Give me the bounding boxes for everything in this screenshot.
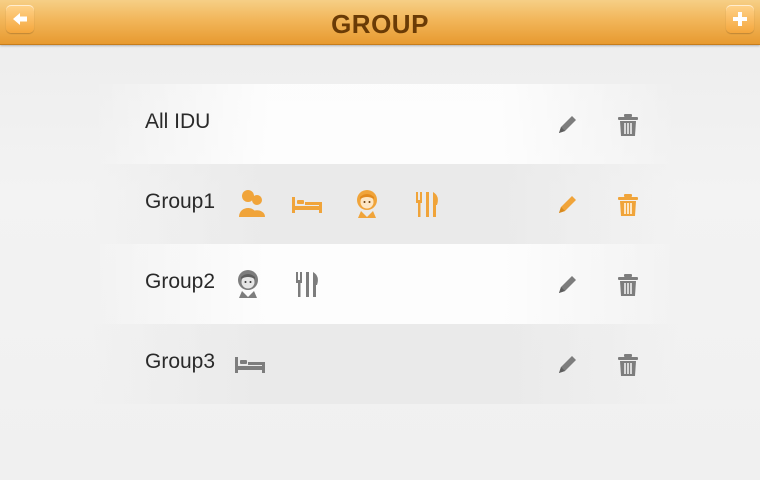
group-row-all-idu[interactable]: All IDU <box>92 84 678 164</box>
page-title: GROUP <box>331 9 429 39</box>
trash-icon[interactable] <box>615 352 641 378</box>
group-label: Group2 <box>145 270 216 293</box>
group-label: Group3 <box>145 350 216 373</box>
edit-pencil-icon[interactable] <box>554 192 580 218</box>
edit-pencil-icon[interactable] <box>554 112 580 138</box>
edit-pencil-icon[interactable] <box>554 272 580 298</box>
dining-icon <box>296 272 318 297</box>
plus-icon <box>733 12 747 26</box>
group-screen: GROUP All IDU Group1 Group2 Group3 <box>0 0 760 480</box>
group-row-group1[interactable]: Group1 <box>92 164 678 244</box>
edit-pencil-icon[interactable] <box>554 352 580 378</box>
group-row-group3[interactable]: Group3 <box>92 324 678 404</box>
group-list: All IDU Group1 Group2 Group3 <box>0 84 760 404</box>
person-icon <box>239 190 265 217</box>
group-row-group2[interactable]: Group2 <box>92 244 678 324</box>
trash-icon[interactable] <box>615 192 641 218</box>
girl-icon <box>238 270 258 298</box>
girl-icon <box>357 190 377 218</box>
title-bar: GROUP <box>0 0 760 45</box>
trash-icon[interactable] <box>615 272 641 298</box>
group-label: Group1 <box>145 190 216 213</box>
add-group-button[interactable] <box>726 5 754 33</box>
dining-icon <box>416 192 438 217</box>
bed-icon <box>292 197 322 213</box>
group-label: All IDU <box>145 110 211 133</box>
bed-icon <box>235 357 265 373</box>
trash-icon[interactable] <box>615 112 641 138</box>
